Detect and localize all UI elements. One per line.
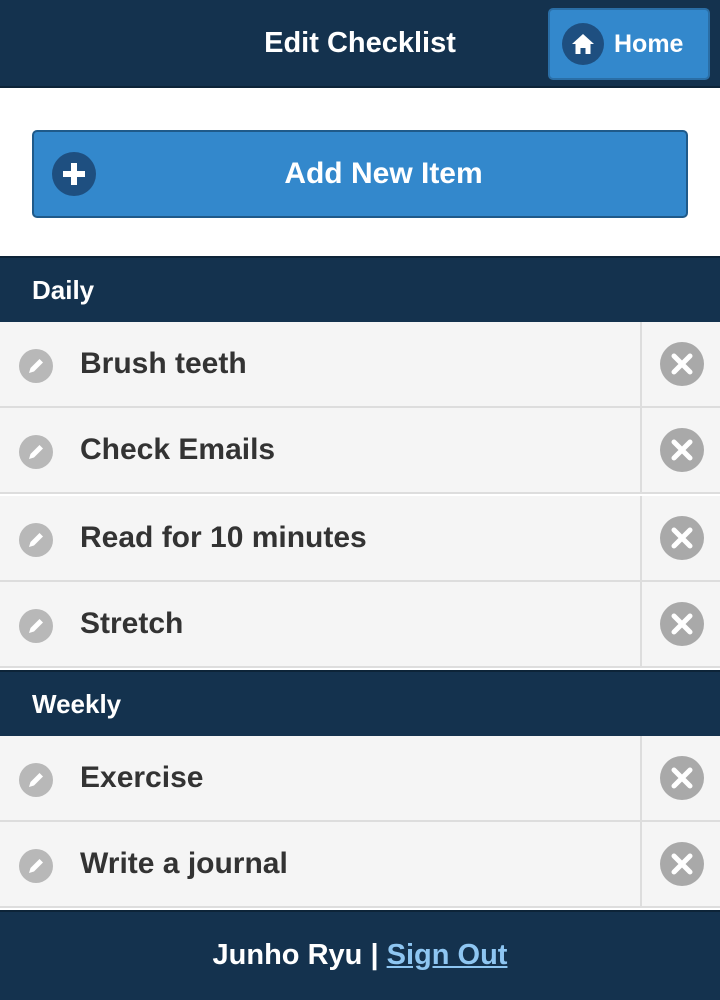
close-icon — [660, 602, 704, 646]
edit-item-link[interactable]: Exercise — [0, 736, 640, 820]
list-item: Exercise — [0, 736, 720, 822]
home-button[interactable]: Home — [548, 8, 710, 80]
list-item: Brush teeth — [0, 322, 720, 408]
delete-item-button[interactable] — [642, 408, 720, 492]
delete-item-button[interactable] — [642, 322, 720, 406]
pencil-icon — [19, 763, 53, 797]
footer-separator: | — [370, 939, 379, 971]
item-label: Read for 10 minutes — [80, 521, 367, 554]
item-label: Write a journal — [80, 847, 288, 880]
close-icon — [660, 516, 704, 560]
home-button-label: Home — [614, 29, 684, 58]
item-label: Check Emails — [80, 433, 276, 466]
close-icon — [660, 428, 704, 472]
section-header-weekly: Weekly — [0, 670, 720, 736]
add-new-item-label: Add New Item — [284, 157, 483, 190]
pencil-icon — [19, 435, 53, 469]
section-header-daily: Daily — [0, 256, 720, 322]
item-label: Stretch — [80, 607, 184, 640]
list-item: Read for 10 minutes — [0, 496, 720, 582]
list-item: Stretch — [0, 582, 720, 668]
item-label: Exercise — [80, 761, 204, 794]
edit-item-link[interactable]: Read for 10 minutes — [0, 496, 640, 580]
footer-bar: Junho Ryu | Sign Out — [0, 910, 720, 1000]
delete-item-button[interactable] — [642, 736, 720, 820]
list-item: Check Emails — [0, 408, 720, 494]
delete-item-button[interactable] — [642, 582, 720, 666]
add-new-item-button[interactable]: Add New Item — [32, 130, 688, 218]
edit-item-link[interactable]: Check Emails — [0, 408, 640, 492]
delete-item-button[interactable] — [642, 496, 720, 580]
pencil-icon — [19, 849, 53, 883]
edit-item-link[interactable]: Brush teeth — [0, 322, 640, 406]
sign-out-link[interactable]: Sign Out — [387, 939, 508, 971]
close-icon — [660, 756, 704, 800]
user-name: Junho Ryu — [212, 939, 363, 971]
edit-item-link[interactable]: Write a journal — [0, 822, 640, 906]
close-icon — [660, 842, 704, 886]
list-item: Write a journal — [0, 822, 720, 908]
close-icon — [660, 342, 704, 386]
header-bar: Edit Checklist Home — [0, 0, 720, 88]
delete-item-button[interactable] — [642, 822, 720, 906]
add-item-area: Add New Item — [0, 88, 720, 256]
pencil-icon — [19, 609, 53, 643]
home-icon — [562, 23, 604, 65]
edit-item-link[interactable]: Stretch — [0, 582, 640, 666]
item-label: Brush teeth — [80, 347, 247, 380]
pencil-icon — [19, 523, 53, 557]
pencil-icon — [19, 349, 53, 383]
